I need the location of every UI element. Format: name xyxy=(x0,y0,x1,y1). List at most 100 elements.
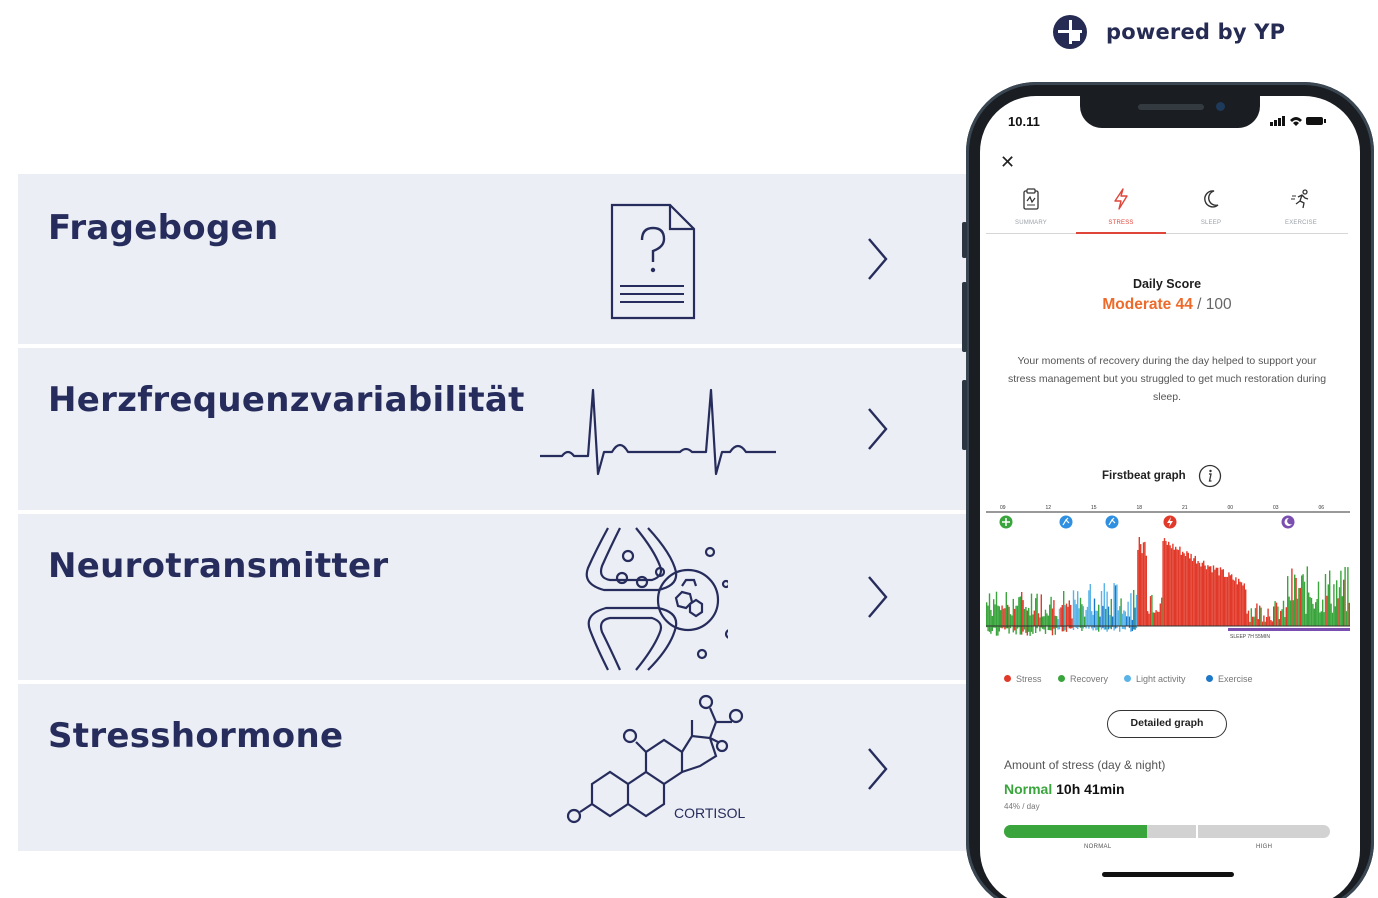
lightning-icon xyxy=(1163,515,1177,529)
list-item-neurotransmitter[interactable]: Neurotransmitter xyxy=(18,514,1018,680)
phone-side-button xyxy=(962,282,967,352)
graph-bar xyxy=(1168,541,1170,626)
graph-bar xyxy=(1215,567,1217,626)
graph-bar xyxy=(1039,617,1041,632)
tab-summary[interactable]: SUMMARY xyxy=(986,184,1076,234)
graph-bar xyxy=(1341,596,1343,626)
phone-side-button xyxy=(962,380,967,450)
running-icon xyxy=(1059,515,1073,529)
graph-bar xyxy=(1096,610,1098,630)
graph-bar xyxy=(1075,604,1077,628)
graph-bar xyxy=(1233,580,1236,626)
list-item-fragebogen[interactable]: Fragebogen xyxy=(18,174,1018,344)
graph-bar xyxy=(1016,605,1019,629)
graph-bar xyxy=(1247,610,1250,626)
close-icon[interactable]: ✕ xyxy=(1000,152,1015,173)
signal-icon xyxy=(1270,122,1273,126)
graph-bar xyxy=(1320,611,1322,626)
graph-bar xyxy=(1295,578,1297,626)
graph-bar xyxy=(1026,610,1028,636)
graph-bar xyxy=(1347,567,1349,626)
graph-bar xyxy=(1126,616,1128,626)
graph-bar xyxy=(1112,616,1114,627)
graph-legend: Stress Recovery Light activity Exercise xyxy=(1004,674,1344,688)
detailed-graph-button[interactable]: Detailed graph xyxy=(1107,710,1227,738)
graph-bar xyxy=(1308,592,1310,626)
chevron-right-icon[interactable] xyxy=(866,236,890,282)
chevron-right-icon[interactable] xyxy=(866,406,890,452)
graph-bar xyxy=(1189,558,1191,626)
graph-bar xyxy=(1210,566,1212,626)
tab-stress[interactable]: STRESS xyxy=(1076,184,1166,234)
score-value: 44 xyxy=(1175,296,1193,313)
graph-bar xyxy=(1162,541,1164,626)
graph-bar xyxy=(991,615,993,631)
graph-bar xyxy=(1226,576,1229,626)
graph-bar xyxy=(1145,555,1147,626)
graph-bar xyxy=(1158,611,1160,626)
graph-bar xyxy=(1163,538,1166,626)
graph-bar xyxy=(1084,616,1086,627)
graph-bar xyxy=(1100,591,1103,630)
graph-bar xyxy=(1021,592,1023,635)
moon-icon xyxy=(1281,515,1295,529)
graph-bar xyxy=(1219,567,1222,626)
graph-bar xyxy=(995,591,998,636)
info-icon[interactable] xyxy=(1198,464,1222,488)
graph-bar xyxy=(1120,598,1122,627)
graph-bar xyxy=(1289,600,1292,626)
hour-tick-label: 18 xyxy=(1137,505,1143,511)
graph-bar xyxy=(997,605,999,636)
tab-sleep[interactable]: SLEEP xyxy=(1166,184,1256,234)
amount-of-stress-value: Normal 10h 41min xyxy=(1004,781,1125,797)
graph-bar xyxy=(1197,561,1199,626)
graph-bar xyxy=(1170,548,1173,626)
graph-bar xyxy=(1203,560,1205,626)
graph-bar xyxy=(1140,544,1142,626)
amount-level: Normal xyxy=(1004,781,1053,797)
tab-exercise[interactable]: EXERCISE xyxy=(1256,184,1346,234)
graph-bar xyxy=(1261,621,1264,626)
graph-bar xyxy=(1072,590,1075,630)
graph-bar xyxy=(1236,584,1238,626)
chevron-right-icon[interactable] xyxy=(866,574,890,620)
graph-bar xyxy=(986,602,988,628)
bar-divider xyxy=(1196,825,1198,838)
graph-bar xyxy=(1036,593,1038,629)
graph-bar xyxy=(1095,610,1097,631)
chevron-right-icon[interactable] xyxy=(866,746,890,792)
hour-tick-label: 12 xyxy=(1046,505,1052,511)
graph-bar xyxy=(1079,597,1082,628)
lightning-icon xyxy=(1114,188,1128,210)
graph-bar xyxy=(1260,607,1262,626)
graph-bar xyxy=(1177,549,1180,626)
graph-bar xyxy=(1166,544,1168,626)
graph-bar xyxy=(1245,589,1247,626)
graph-bar xyxy=(1116,584,1118,629)
running-icon xyxy=(1105,515,1119,529)
graph-bar xyxy=(1047,615,1049,631)
graph-bar xyxy=(1294,574,1296,626)
firstbeat-graph[interactable]: 09 12 15 18 21 00 03 06 SLEEP 7H 55MIN xyxy=(986,500,1350,650)
graph-bar xyxy=(1200,566,1202,626)
hour-tick-label: 06 xyxy=(1319,505,1325,511)
graph-bar xyxy=(1054,615,1056,635)
home-indicator[interactable] xyxy=(1102,872,1234,877)
graph-bar xyxy=(1254,608,1257,626)
graph-bar xyxy=(1067,606,1069,627)
list-item-stresshormone[interactable]: Stresshormone CORTISOL xyxy=(18,684,1018,851)
graph-bar xyxy=(1270,620,1272,626)
graph-bar xyxy=(1246,613,1248,626)
list-item-herzfrequenzvariabilitaet[interactable]: Herzfrequenzvariabilität xyxy=(18,348,1018,510)
graph-bar xyxy=(1310,598,1313,626)
graph-bar xyxy=(987,605,989,632)
graph-bar xyxy=(1298,588,1300,626)
graph-bar xyxy=(1306,566,1308,626)
graph-bar xyxy=(1147,611,1149,626)
graph-bar xyxy=(1326,595,1328,626)
graph-bar xyxy=(1264,621,1266,626)
graph-bar xyxy=(1042,616,1044,629)
graph-bar xyxy=(1135,594,1138,629)
graph-bar xyxy=(1063,591,1065,632)
graph-bar xyxy=(1348,602,1350,626)
